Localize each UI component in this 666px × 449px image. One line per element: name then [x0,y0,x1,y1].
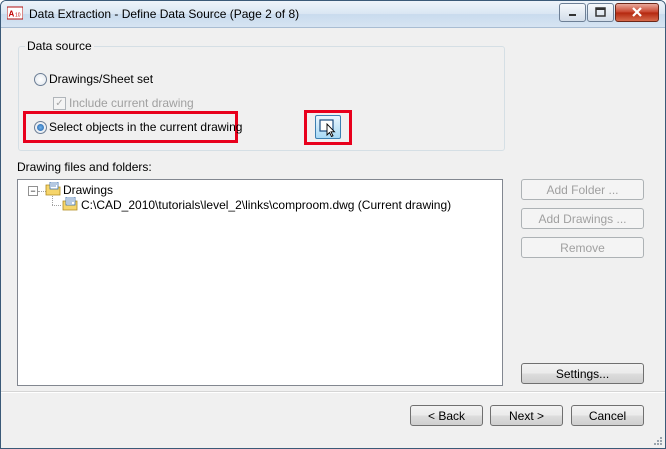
maximize-button[interactable] [587,3,614,22]
select-objects-label[interactable]: Select objects in the current drawing [49,120,242,134]
dialog-body: Data source Drawings/Sheet set ✓ Include… [1,28,665,448]
add-folder-button[interactable]: Add Folder ... [521,179,644,200]
window-controls [558,3,659,22]
select-objects-button[interactable] [315,115,341,139]
dialog-window: A 10 Data Extraction - Define Data Sourc… [0,0,666,449]
add-drawings-button[interactable]: Add Drawings ... [521,208,644,229]
tree-item-comproom-dwg[interactable]: C:\CAD_2010\tutorials\level_2\links\comp… [81,198,451,212]
close-icon [632,7,642,17]
cancel-button[interactable]: Cancel [571,405,644,426]
select-objects-icon [319,119,336,138]
tree-item-drawings[interactable]: Drawings [63,183,113,197]
tree-connector-vertical [52,196,53,205]
minimize-icon [569,14,576,16]
data-source-legend: Data source [25,39,94,53]
resize-grip-icon[interactable] [653,436,663,446]
autocad-app-icon: A 10 [7,6,23,20]
drawings-sheetset-label[interactable]: Drawings/Sheet set [49,72,153,86]
close-button[interactable] [615,3,659,22]
svg-text:10: 10 [15,13,21,19]
back-button[interactable]: < Back [410,405,483,426]
window-title: Data Extraction - Define Data Source (Pa… [29,7,300,21]
drawings-sheetset-radio[interactable] [34,73,47,86]
dwg-file-icon [62,197,78,211]
settings-button[interactable]: Settings... [521,363,644,384]
minimize-button[interactable] [559,3,586,22]
drawing-files-tree[interactable]: − Drawings C:\CAD_2010\tutorials\level_2… [17,179,503,386]
remove-button[interactable]: Remove [521,237,644,258]
svg-text:A: A [9,10,15,19]
select-objects-radio[interactable] [34,121,47,134]
collapse-toggle[interactable]: − [28,186,38,196]
next-button[interactable]: Next > [490,405,563,426]
maximize-icon [595,7,606,17]
include-current-drawing-checkbox[interactable]: ✓ [53,97,66,110]
footer-separator [1,391,665,393]
tree-connector-child [52,205,61,206]
drawing-files-label: Drawing files and folders: [17,160,152,174]
drawings-folder-icon [45,182,61,196]
title-bar[interactable]: A 10 Data Extraction - Define Data Sourc… [1,1,665,28]
include-current-drawing-label: Include current drawing [69,96,194,110]
